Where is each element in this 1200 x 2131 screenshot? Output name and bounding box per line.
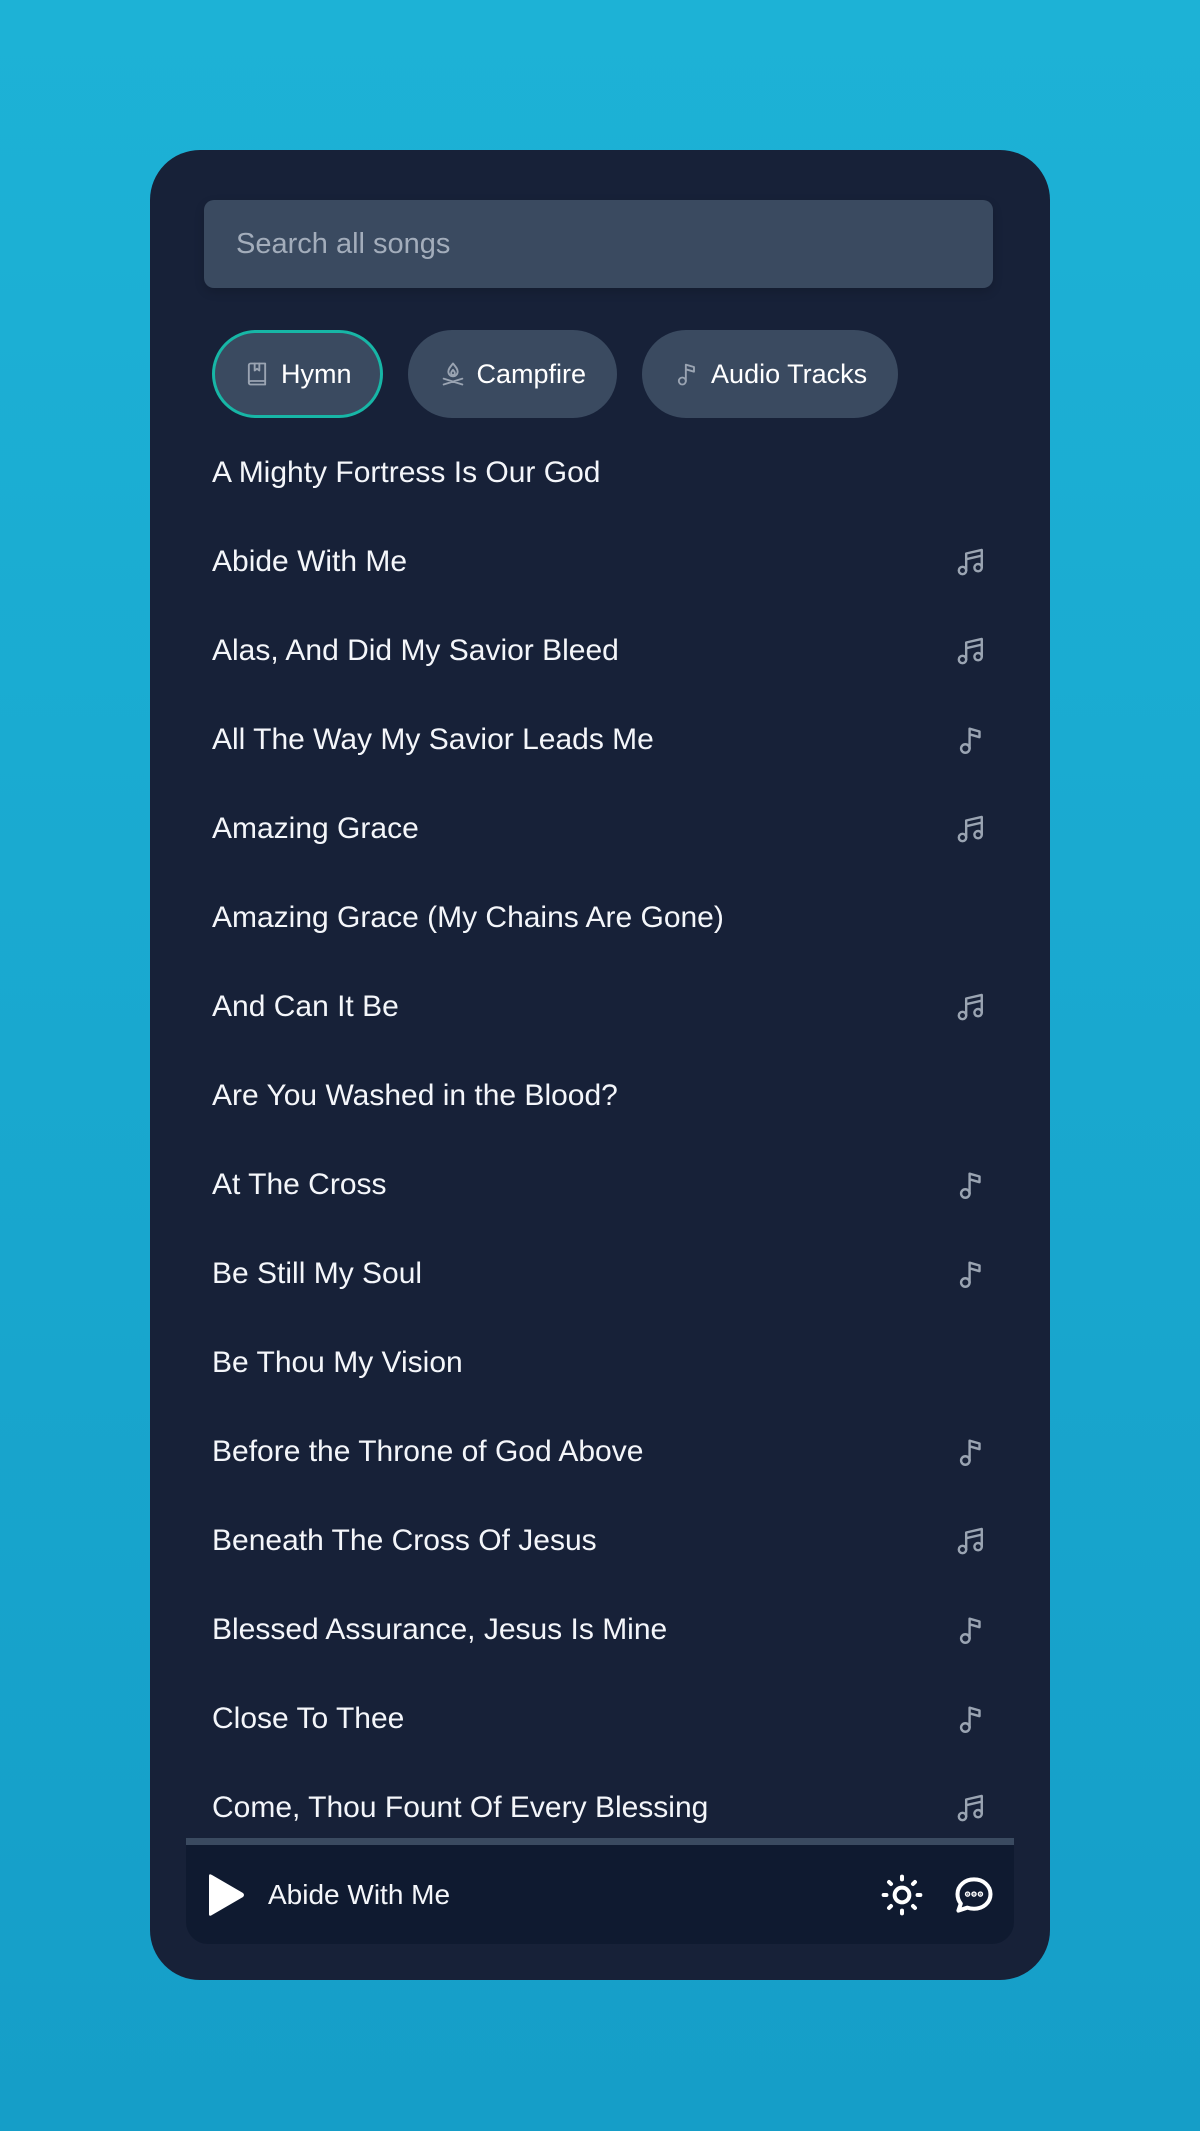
song-row[interactable]: Amazing Grace: [150, 784, 1050, 873]
filter-chip-label: Hymn: [281, 358, 352, 389]
music-note-icon: [954, 1702, 988, 1736]
empty-icon-slot: [954, 1346, 988, 1380]
song-title: All The Way My Savior Leads Me: [212, 722, 654, 756]
song-title: Abide With Me: [212, 544, 408, 578]
song-title: A Mighty Fortress Is Our God: [212, 455, 601, 489]
song-title: Close To Thee: [212, 1701, 405, 1735]
empty-icon-slot: [954, 456, 988, 490]
song-row[interactable]: Amazing Grace (My Chains Are Gone): [150, 873, 1050, 962]
song-row[interactable]: And Can It Be: [150, 962, 1050, 1051]
music-notes-icon: [954, 634, 988, 668]
song-row[interactable]: Alas, And Did My Savior Bleed: [150, 606, 1050, 695]
filter-chip-campfire[interactable]: Campfire: [407, 330, 618, 418]
song-title: Are You Washed in the Blood?: [212, 1078, 618, 1112]
song-title: Amazing Grace (My Chains Are Gone): [212, 900, 724, 934]
now-playing-title: Abide With Me: [268, 1878, 451, 1910]
song-row[interactable]: A Mighty Fortress Is Our God: [150, 428, 1050, 517]
song-row[interactable]: Before the Throne of God Above: [150, 1407, 1050, 1496]
sun-icon: [881, 1874, 923, 1915]
campfire-icon: [442, 362, 463, 386]
song-row[interactable]: Close To Thee: [150, 1674, 1050, 1763]
empty-icon-slot: [954, 901, 988, 935]
song-row[interactable]: Blessed Assurance, Jesus Is Mine: [150, 1585, 1050, 1674]
player-progress-track[interactable]: [186, 1838, 1014, 1845]
music-notes-icon: [954, 812, 988, 846]
song-title: Before the Throne of God Above: [212, 1434, 644, 1468]
book-icon: [247, 362, 267, 386]
music-note-icon: [954, 1613, 988, 1647]
song-row[interactable]: At The Cross: [150, 1140, 1050, 1229]
music-notes-icon: [954, 1524, 988, 1558]
song-title: Come, Thou Fount Of Every Blessing: [212, 1790, 709, 1824]
player-bar: Abide With Me: [186, 1845, 1014, 1944]
song-title: Beneath The Cross Of Jesus: [212, 1523, 597, 1557]
search-input[interactable]: [204, 200, 993, 288]
theme-toggle-button[interactable]: [880, 1873, 924, 1917]
empty-icon-slot: [954, 1079, 988, 1113]
music-notes-icon: [954, 1791, 988, 1825]
song-title: Amazing Grace: [212, 811, 419, 845]
music-note-icon: [954, 723, 988, 757]
filter-chips: Hymn Campfire Audio Tracks: [212, 330, 899, 418]
song-title: At The Cross: [212, 1167, 387, 1201]
music-note-icon: [954, 1168, 988, 1202]
song-row[interactable]: Are You Washed in the Blood?: [150, 1051, 1050, 1140]
song-title: Be Thou My Vision: [212, 1345, 463, 1379]
song-row[interactable]: Be Still My Soul: [150, 1229, 1050, 1318]
filter-chip-label: Audio Tracks: [711, 358, 868, 389]
song-library-card: Hymn Campfire Audio Tracks A Mighty Fortre…: [150, 150, 1050, 1980]
chat-bubble-icon: [955, 1876, 993, 1913]
song-title: Blessed Assurance, Jesus Is Mine: [212, 1612, 668, 1646]
song-title: Alas, And Did My Savior Bleed: [212, 633, 619, 667]
play-icon: [209, 1873, 244, 1916]
filter-chip-audio-tracks[interactable]: Audio Tracks: [642, 330, 899, 418]
song-row[interactable]: All The Way My Savior Leads Me: [150, 695, 1050, 784]
music-notes-icon: [954, 545, 988, 579]
play-button[interactable]: [206, 1872, 246, 1918]
filter-chip-hymn[interactable]: Hymn: [212, 330, 383, 418]
music-note-icon: [954, 1435, 988, 1469]
music-note-icon: [954, 1257, 988, 1291]
filter-chip-label: Campfire: [476, 358, 587, 389]
song-list[interactable]: A Mighty Fortress Is Our God Abide With M…: [150, 428, 1050, 1852]
song-title: And Can It Be: [212, 989, 399, 1023]
song-row[interactable]: Beneath The Cross Of Jesus: [150, 1496, 1050, 1585]
music-note-icon: [677, 363, 695, 386]
song-title: Be Still My Soul: [212, 1256, 423, 1290]
song-row[interactable]: Be Thou My Vision: [150, 1318, 1050, 1407]
chat-button[interactable]: [952, 1873, 996, 1917]
song-row[interactable]: Abide With Me: [150, 517, 1050, 606]
music-notes-icon: [954, 990, 988, 1024]
